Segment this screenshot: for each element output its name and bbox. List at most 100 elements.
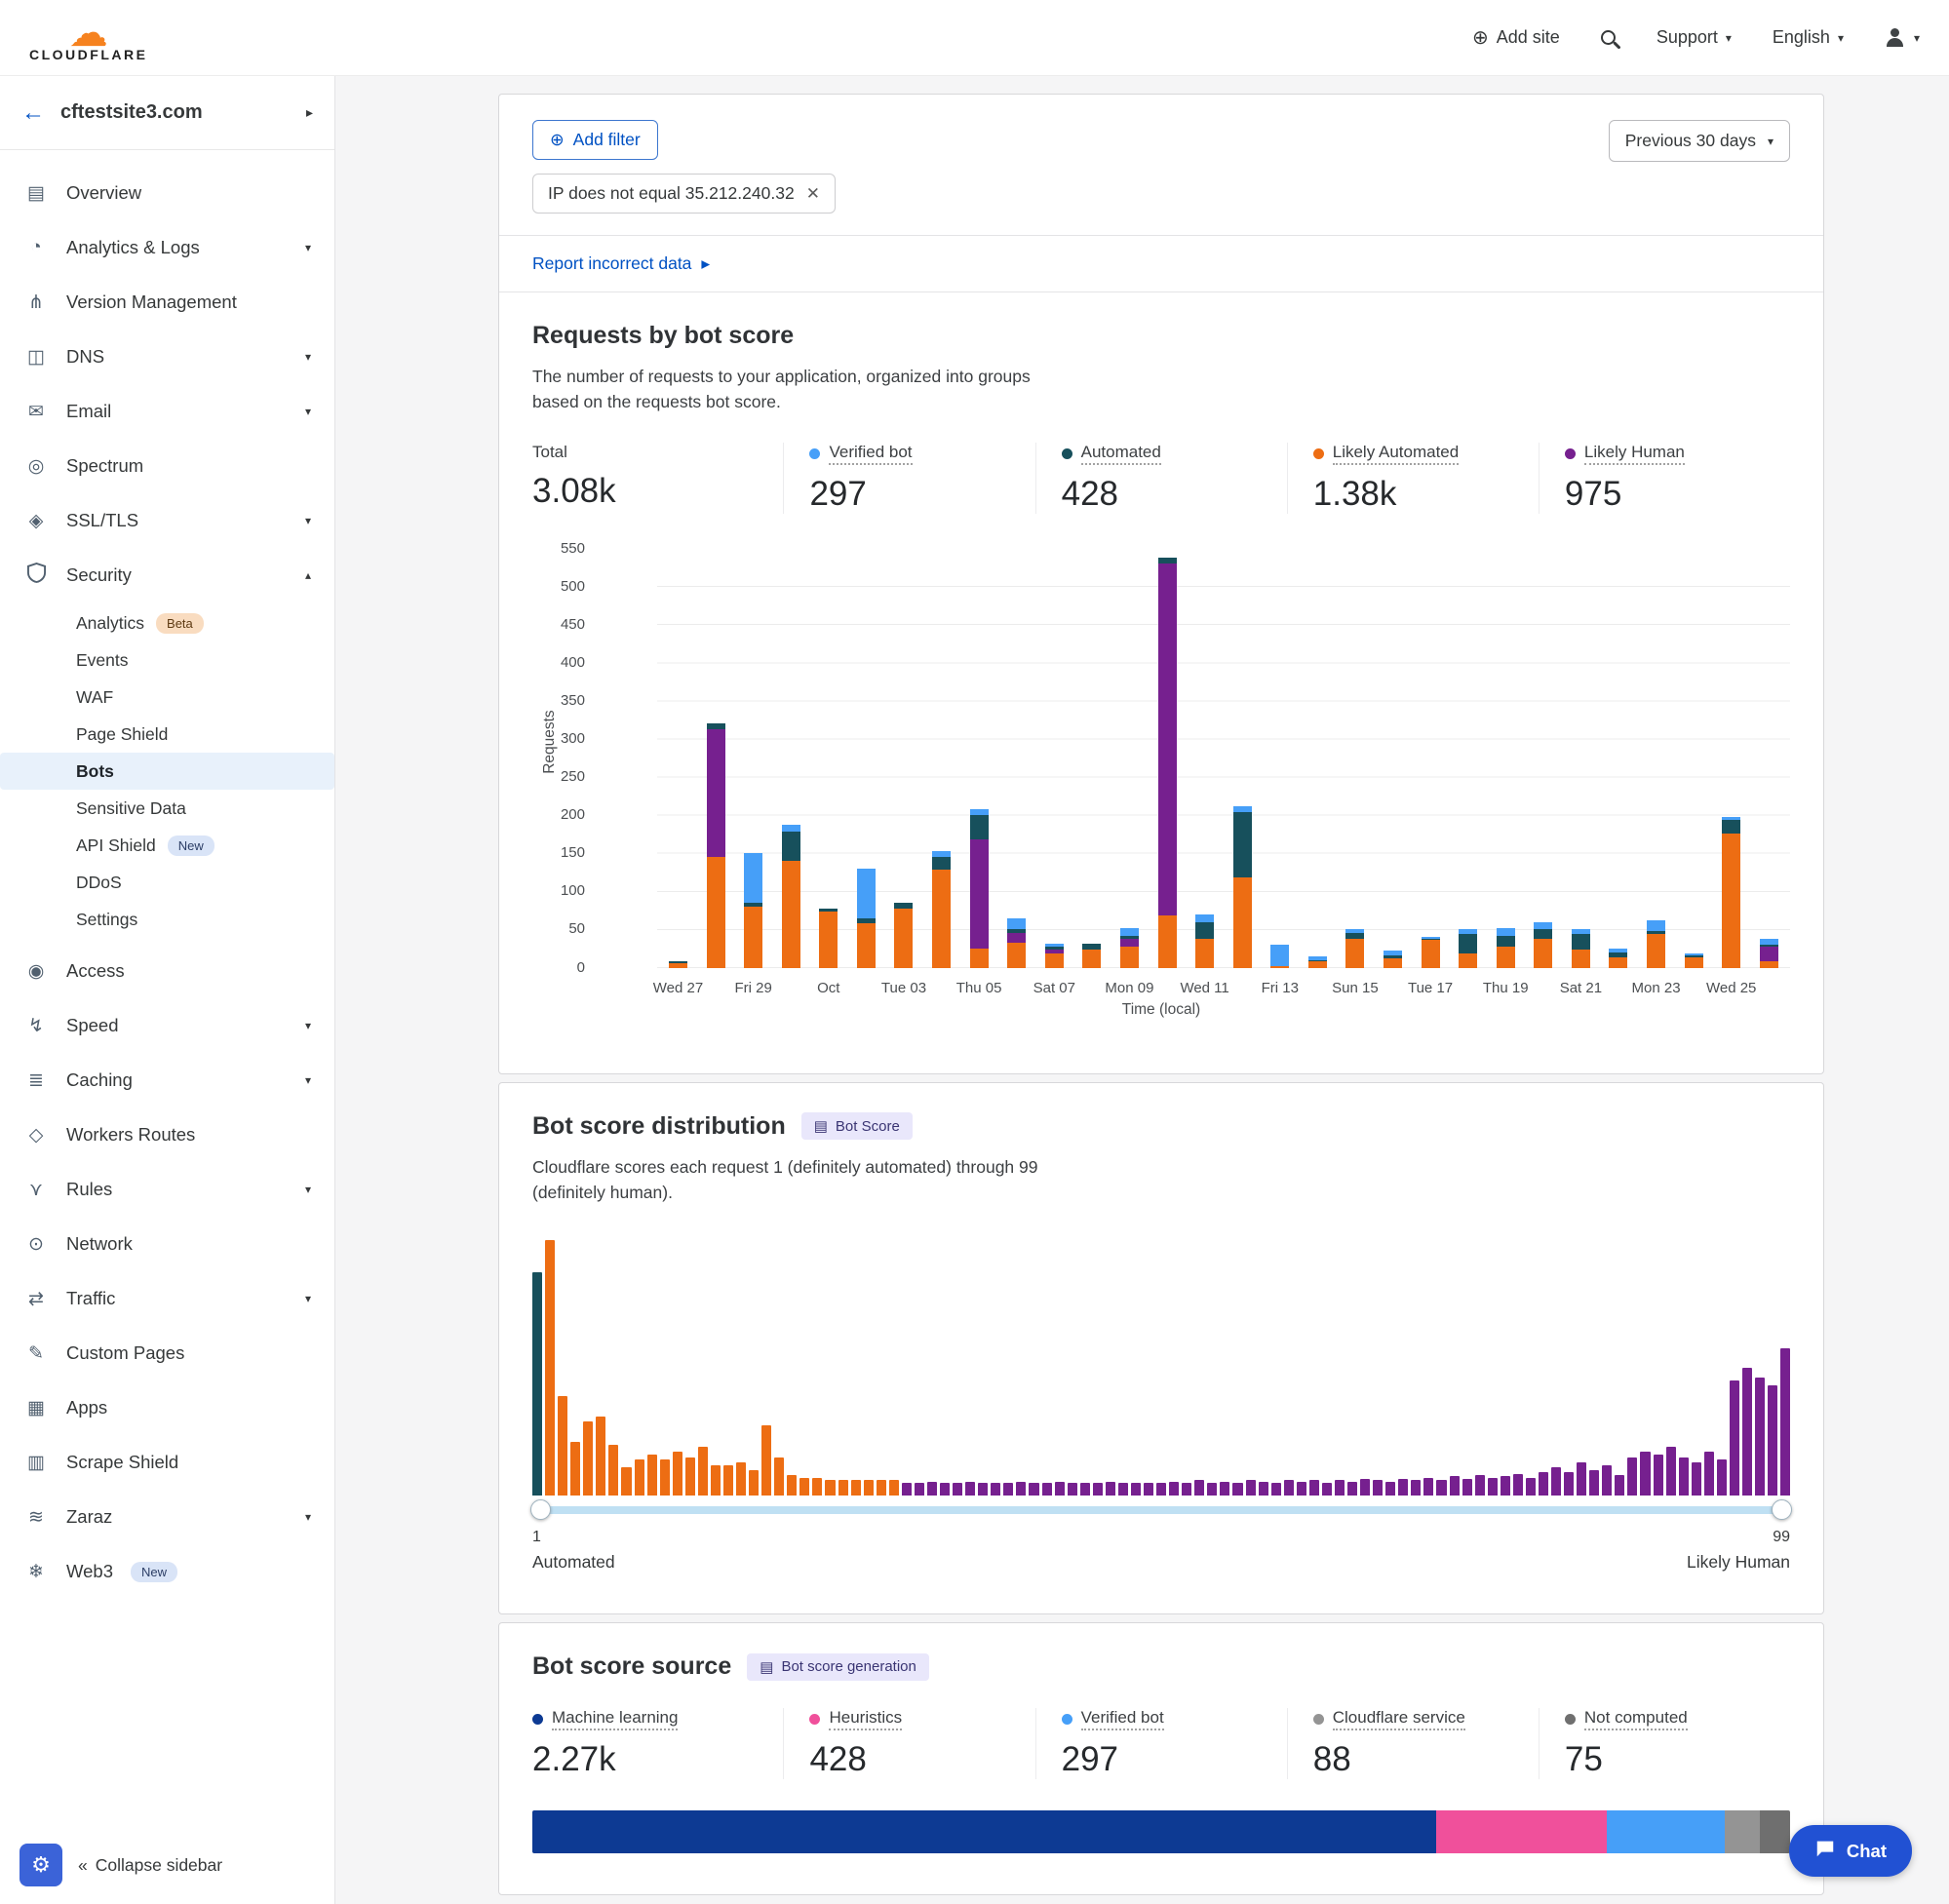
- histogram-bar[interactable]: [864, 1480, 874, 1496]
- stacked-bar[interactable]: Tue 03: [894, 903, 913, 967]
- histogram-bar[interactable]: [965, 1482, 975, 1496]
- sidebar-item-analytics-logs[interactable]: ◔ Analytics & Logs ▾: [0, 220, 334, 275]
- sidebar-item-web3[interactable]: ❄ Web3 New: [0, 1544, 334, 1599]
- sidebar-item-custom-pages[interactable]: ✎ Custom Pages: [0, 1326, 334, 1380]
- histogram-bar[interactable]: [889, 1480, 899, 1496]
- histogram-bar[interactable]: [774, 1457, 784, 1496]
- histogram-bar[interactable]: [1309, 1480, 1319, 1496]
- sidebar-item-speed[interactable]: ↯ Speed ▾: [0, 998, 334, 1053]
- histogram-bar[interactable]: [1131, 1483, 1141, 1496]
- histogram-bar[interactable]: [1526, 1478, 1536, 1496]
- histogram-bar[interactable]: [940, 1483, 950, 1496]
- filter-chip[interactable]: IP does not equal 35.212.240.32 ✕: [532, 174, 836, 214]
- stacked-bar[interactable]: Oct: [819, 909, 838, 968]
- histogram-bar[interactable]: [761, 1425, 771, 1496]
- histogram-bar[interactable]: [1666, 1447, 1676, 1496]
- stacked-bar[interactable]: Sat 07: [1045, 944, 1064, 968]
- stacked-bar[interactable]: [1082, 944, 1101, 968]
- report-incorrect-data-link[interactable]: Report incorrect data ▸: [499, 236, 1823, 291]
- histogram-bar[interactable]: [1322, 1483, 1332, 1496]
- stacked-bar[interactable]: Wed 25: [1722, 817, 1740, 968]
- histogram-bar[interactable]: [1450, 1476, 1460, 1496]
- histogram-bar[interactable]: [1780, 1348, 1790, 1496]
- slider-handle-min[interactable]: [530, 1499, 551, 1520]
- histogram-bar[interactable]: [1488, 1478, 1498, 1496]
- histogram-bar[interactable]: [1423, 1478, 1433, 1496]
- sidebar-item-security[interactable]: Security ▴: [0, 548, 334, 602]
- histogram-bar[interactable]: [1271, 1483, 1281, 1496]
- histogram-bar[interactable]: [621, 1467, 631, 1496]
- histogram-bar[interactable]: [1068, 1483, 1077, 1496]
- histogram-bar[interactable]: [991, 1483, 1000, 1496]
- stacked-bar[interactable]: [1384, 951, 1402, 967]
- histogram-bar[interactable]: [1106, 1482, 1115, 1496]
- histogram-bar[interactable]: [1093, 1483, 1103, 1496]
- histogram-bar[interactable]: [723, 1465, 733, 1496]
- stacked-bar[interactable]: [1760, 939, 1778, 968]
- histogram-bar[interactable]: [1335, 1480, 1345, 1496]
- sidebar-item-email[interactable]: ✉ Email ▾: [0, 384, 334, 439]
- histogram-bar[interactable]: [583, 1421, 593, 1496]
- histogram-bar[interactable]: [1080, 1483, 1090, 1496]
- histogram-bar[interactable]: [915, 1483, 924, 1496]
- histogram-bar[interactable]: [749, 1470, 759, 1496]
- histogram-bar[interactable]: [1360, 1479, 1370, 1496]
- stacked-bar[interactable]: Thu 05: [970, 809, 989, 968]
- sidebar-item-security-sensitive-data[interactable]: Sensitive Data: [0, 790, 334, 827]
- stacked-bar[interactable]: Fri 13: [1270, 945, 1289, 967]
- cloudflare-logo[interactable]: ☁ CLOUDFLARE: [29, 14, 147, 61]
- sidebar-item-scrape-shield[interactable]: ▥ Scrape Shield: [0, 1435, 334, 1490]
- histogram-bar[interactable]: [1755, 1378, 1765, 1496]
- collapse-sidebar-button[interactable]: « Collapse sidebar: [78, 1855, 222, 1876]
- stacked-bar[interactable]: [1233, 806, 1252, 968]
- sidebar-item-access[interactable]: ◉ Access: [0, 944, 334, 998]
- histogram-bar[interactable]: [1385, 1482, 1395, 1496]
- stacked-bar[interactable]: [1007, 918, 1026, 968]
- histogram-bar[interactable]: [1501, 1476, 1510, 1496]
- histogram-bar[interactable]: [1220, 1482, 1229, 1496]
- histogram-bar[interactable]: [1232, 1483, 1242, 1496]
- histogram-bar[interactable]: [1679, 1457, 1689, 1496]
- histogram-bar[interactable]: [851, 1480, 861, 1496]
- sidebar-item-workers-routes[interactable]: ◇ Workers Routes: [0, 1107, 334, 1162]
- histogram-bar[interactable]: [1297, 1482, 1306, 1496]
- sidebar-item-security-ddos[interactable]: DDoS: [0, 864, 334, 901]
- histogram-bar[interactable]: [1551, 1467, 1561, 1496]
- histogram-bar[interactable]: [545, 1240, 555, 1496]
- sidebar-item-network[interactable]: ⊙ Network: [0, 1217, 334, 1271]
- sidebar-item-version-management[interactable]: ⋔ Version Management: [0, 275, 334, 330]
- histogram-bar[interactable]: [1029, 1483, 1038, 1496]
- histogram-bar[interactable]: [685, 1457, 695, 1496]
- add-filter-button[interactable]: ⊕ Add filter: [532, 120, 658, 160]
- sidebar-item-zaraz[interactable]: ≋ Zaraz ▾: [0, 1490, 334, 1544]
- histogram-bar[interactable]: [558, 1396, 567, 1496]
- sidebar-item-security-bots[interactable]: Bots: [0, 753, 334, 790]
- stacked-bar[interactable]: Sat 21: [1572, 929, 1590, 967]
- histogram-bar[interactable]: [1539, 1472, 1548, 1496]
- sidebar-item-rules[interactable]: ⋎ Rules ▾: [0, 1162, 334, 1217]
- histogram-bar[interactable]: [1640, 1452, 1650, 1496]
- stacked-bar[interactable]: [1158, 558, 1177, 968]
- histogram-bar[interactable]: [1373, 1480, 1383, 1496]
- support-menu[interactable]: Support ▾: [1657, 27, 1732, 48]
- histogram-bar[interactable]: [1182, 1483, 1191, 1496]
- bot-score-generation-badge[interactable]: ▤ Bot score generation: [747, 1653, 929, 1681]
- histogram-bar[interactable]: [673, 1452, 682, 1496]
- add-site-button[interactable]: ⊕ Add site: [1472, 25, 1560, 50]
- histogram-bar[interactable]: [1259, 1482, 1268, 1496]
- score-range-slider[interactable]: [532, 1499, 1790, 1521]
- histogram-bar[interactable]: [1589, 1470, 1599, 1496]
- sidebar-item-security-api-shield[interactable]: API Shield New: [0, 827, 334, 864]
- stacked-bar[interactable]: [932, 851, 951, 968]
- site-switcher-chevron-icon[interactable]: ▸: [306, 104, 313, 121]
- stacked-bar[interactable]: [1685, 953, 1703, 967]
- histogram-bar[interactable]: [1003, 1483, 1013, 1496]
- histogram-bar[interactable]: [660, 1459, 670, 1496]
- sidebar-item-ssl-tls[interactable]: ◈ SSL/TLS ▾: [0, 493, 334, 548]
- histogram-bar[interactable]: [1717, 1459, 1727, 1496]
- date-range-select[interactable]: Previous 30 days ▾: [1609, 120, 1790, 162]
- histogram-bar[interactable]: [635, 1459, 644, 1496]
- stacked-bar[interactable]: Sun 15: [1345, 929, 1364, 967]
- histogram-bar[interactable]: [532, 1272, 542, 1496]
- histogram-bar[interactable]: [1016, 1482, 1026, 1496]
